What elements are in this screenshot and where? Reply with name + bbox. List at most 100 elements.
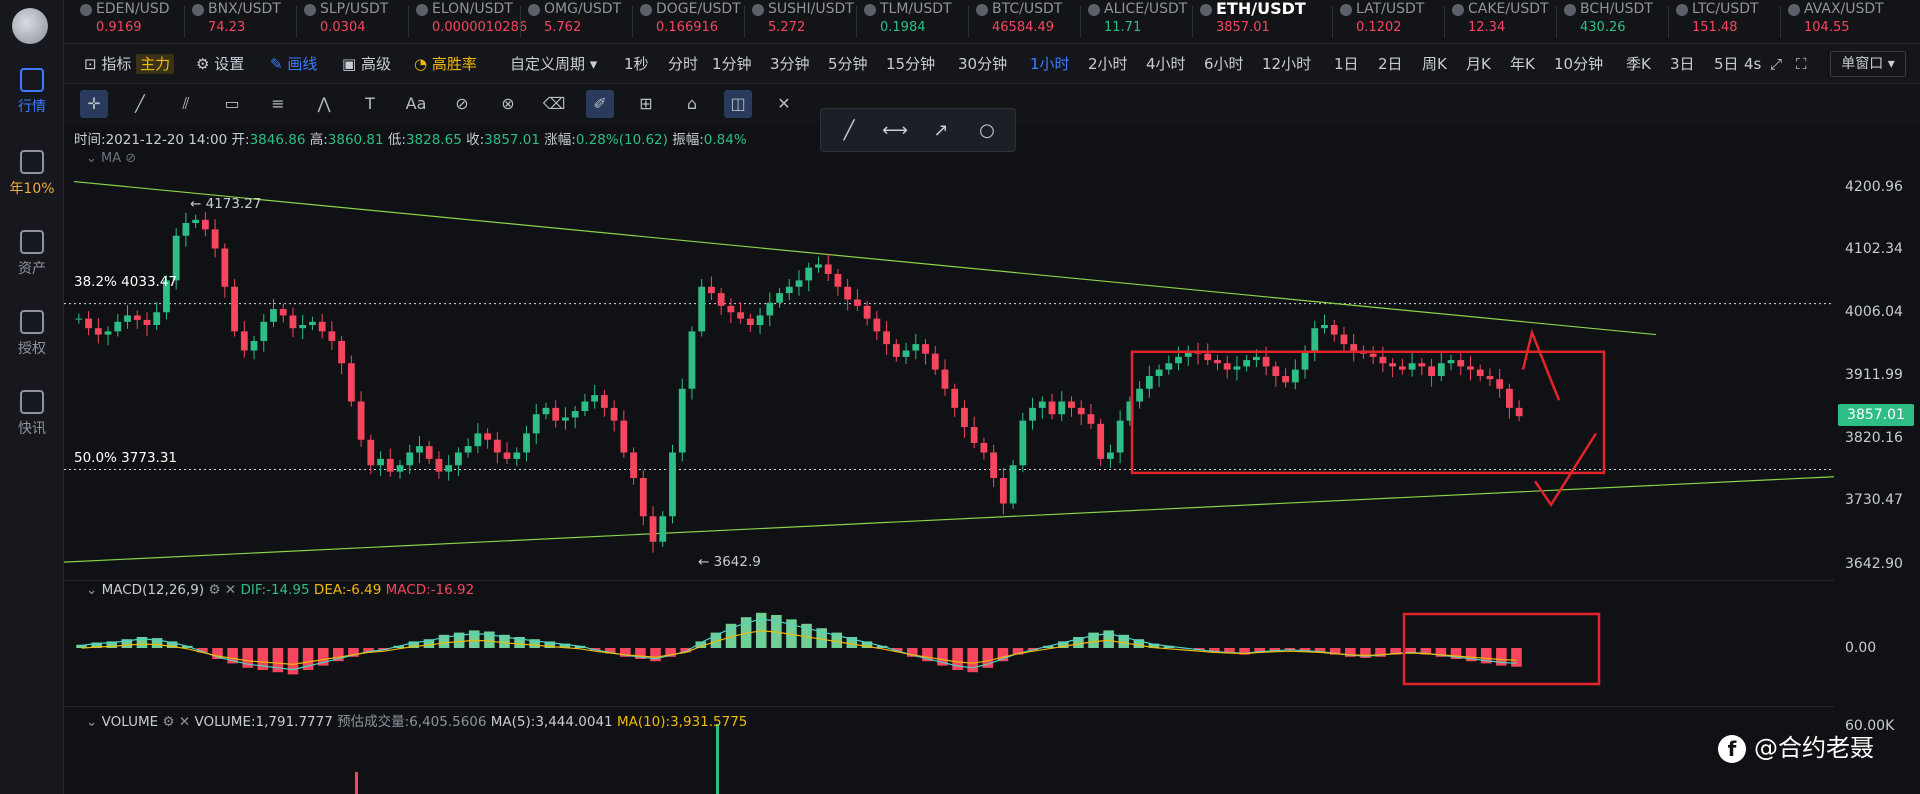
interval-tab[interactable]: 3分钟: [770, 44, 810, 84]
interval-tab[interactable]: 1小时: [1030, 44, 1070, 84]
ticker-item[interactable]: ELON/USDT 0.0000010286: [414, 0, 527, 43]
custom-period-dropdown[interactable]: 自定义周期 ▾: [510, 44, 597, 84]
gear-icon[interactable]: ⚙: [162, 714, 178, 730]
measure-tool[interactable]: ⊞: [632, 90, 660, 118]
interval-tab[interactable]: 季K: [1626, 44, 1651, 84]
ruler-tool[interactable]: ⊘: [448, 90, 476, 118]
ticker-item[interactable]: LTC/USDT 151.48: [1674, 0, 1759, 43]
eraser-tool[interactable]: ⌫: [540, 90, 568, 118]
draw-button[interactable]: ✎ 画线: [270, 44, 317, 84]
candle-body: [1447, 360, 1455, 364]
line-tool[interactable]: ╱: [126, 90, 154, 118]
ticker-symbol: SLP/USDT: [320, 1, 389, 17]
ticker-item[interactable]: LAT/USDT 0.1202: [1338, 0, 1425, 43]
ticker-item[interactable]: BCH/USDT 430.26: [1562, 0, 1653, 43]
brush-tool[interactable]: ✐: [586, 90, 614, 118]
interval-tab[interactable]: 4小时: [1146, 44, 1186, 84]
nav-market[interactable]: 行情: [0, 68, 64, 116]
window-mode-dropdown[interactable]: 单窗口 ▾: [1830, 51, 1906, 77]
interval-tab[interactable]: 1分钟: [712, 44, 752, 84]
interval-tab[interactable]: 分时: [668, 44, 698, 84]
ticker-item[interactable]: OMG/USDT 5.762: [526, 0, 621, 43]
ticker-separator: [1192, 6, 1193, 38]
close-icon[interactable]: ✕: [179, 714, 195, 730]
candle-body: [990, 452, 998, 478]
ticker-item[interactable]: CAKE/USDT 12.34: [1450, 0, 1549, 43]
candle-body: [776, 293, 783, 303]
ticker-symbol: LAT/USDT: [1356, 1, 1425, 17]
visibility-tool[interactable]: ◫: [724, 90, 752, 118]
ticker-item[interactable]: SUSHI/USDT 5.272: [750, 0, 854, 43]
nav-yield[interactable]: 年10%: [0, 150, 64, 198]
collapse-icon[interactable]: ⌄: [86, 582, 102, 598]
interval-tab[interactable]: 5日: [1714, 44, 1739, 84]
advanced-button[interactable]: ▣ 高级: [342, 44, 391, 84]
interval-tab[interactable]: 10分钟: [1554, 44, 1603, 84]
candle-body: [708, 286, 715, 294]
high-yield-button[interactable]: ◔ 高胜率: [414, 44, 477, 84]
ticker-item[interactable]: EDEN/USD 0.9169: [78, 0, 170, 43]
magnet-tool[interactable]: ⊗: [494, 90, 522, 118]
ticker-item[interactable]: SLP/USDT 0.0304: [302, 0, 389, 43]
ticker-item[interactable]: ALICE/USDT 11.71: [1086, 0, 1187, 43]
interval-tab[interactable]: 周K: [1422, 44, 1447, 84]
interval-tab[interactable]: 15分钟: [886, 44, 935, 84]
delete-tool[interactable]: ✕: [770, 90, 798, 118]
chart-canvas[interactable]: [64, 124, 1834, 794]
candle-body: [1350, 344, 1358, 351]
interval-tab[interactable]: 12小时: [1262, 44, 1311, 84]
ticker-item[interactable]: BNX/USDT 74.23: [190, 0, 281, 43]
expand-icon[interactable]: ⤢: [1770, 44, 1782, 84]
candle-body: [980, 442, 988, 453]
interval-tab[interactable]: 30分钟: [958, 44, 1007, 84]
nav-assets[interactable]: 资产: [0, 230, 64, 278]
nav-news[interactable]: 快讯: [0, 390, 64, 438]
candle-body: [532, 414, 540, 434]
ticker-item[interactable]: TLM/USDT 0.1984: [862, 0, 952, 43]
candle-body: [766, 302, 774, 316]
candle-body: [659, 516, 667, 542]
rectangle-tool[interactable]: ▭: [218, 90, 246, 118]
interval-tab[interactable]: 2日: [1378, 44, 1403, 84]
gear-icon[interactable]: ⚙: [208, 582, 224, 598]
collapse-icon[interactable]: ⌄: [86, 714, 102, 730]
ticker-symbol: SUSHI/USDT: [768, 1, 854, 17]
macd-bar: [967, 648, 978, 673]
fib-tool[interactable]: ≡: [264, 90, 292, 118]
interval-tab[interactable]: 2小时: [1088, 44, 1128, 84]
ticker-item[interactable]: DOGE/USDT 0.166916: [638, 0, 741, 43]
crosshair-tool[interactable]: ✛: [80, 90, 108, 118]
text-tool[interactable]: T: [356, 90, 384, 118]
channel-tool[interactable]: ⫽: [172, 90, 200, 118]
down-arrow: [1521, 328, 1561, 401]
interval-tab[interactable]: 5分钟: [828, 44, 868, 84]
ticker-symbol: EDEN/USD: [96, 1, 170, 17]
candle-body: [289, 315, 297, 329]
ticker-item[interactable]: AVAX/USDT 104.55: [1786, 0, 1884, 43]
font-tool[interactable]: Aa: [402, 90, 430, 118]
refresh-rate[interactable]: 4s: [1744, 44, 1761, 84]
lock-tool[interactable]: ⌂: [678, 90, 706, 118]
lower-trendline: [64, 476, 1834, 563]
ticker-symbol: AVAX/USDT: [1804, 1, 1884, 17]
candle-body: [493, 439, 501, 453]
interval-tab[interactable]: 1日: [1334, 44, 1359, 84]
interval-tab[interactable]: 月K: [1466, 44, 1491, 84]
pattern-tool[interactable]: ⋀: [310, 90, 338, 118]
ticker-item[interactable]: ETH/USDT 3857.01: [1198, 0, 1306, 43]
candle-body: [610, 407, 618, 421]
interval-tab[interactable]: 6小时: [1204, 44, 1244, 84]
fullscreen-icon[interactable]: ⛶: [1796, 44, 1807, 84]
indicator-button[interactable]: ⊡ 指标 主力: [84, 44, 175, 84]
ticker-symbol: BCH/USDT: [1580, 1, 1653, 17]
ticker-item[interactable]: BTC/USDT 46584.49: [974, 0, 1062, 43]
interval-tab[interactable]: 1秒: [624, 44, 649, 84]
interval-tab[interactable]: 年K: [1510, 44, 1535, 84]
pane-divider-volume[interactable]: [64, 706, 1834, 707]
interval-tab[interactable]: 3日: [1670, 44, 1695, 84]
pane-divider-macd[interactable]: [64, 580, 1834, 581]
nav-authorize[interactable]: 授权: [0, 310, 64, 358]
candle-body: [1330, 325, 1338, 335]
close-icon[interactable]: ✕: [225, 582, 241, 598]
settings-button[interactable]: ⚙ 设置: [196, 44, 244, 84]
